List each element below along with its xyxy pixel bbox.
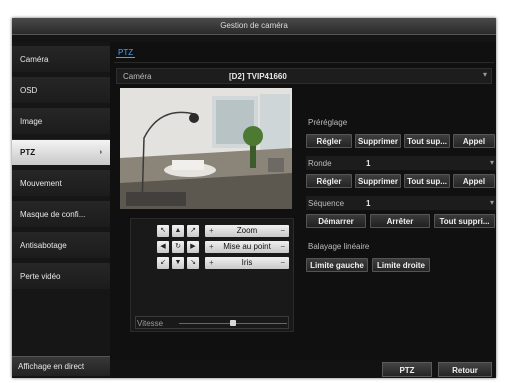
- ptz-left-button[interactable]: ◀: [157, 241, 169, 253]
- tab-ptz[interactable]: PTZ: [116, 48, 136, 58]
- sequence-start-button[interactable]: Démarrer: [306, 214, 366, 228]
- ptz-down-left-button[interactable]: ↙: [157, 257, 169, 269]
- patrol-value: 1: [366, 159, 371, 168]
- ptz-right-button[interactable]: ▶: [187, 241, 199, 253]
- speed-slider-handle[interactable]: [230, 320, 236, 326]
- sidebar-item-label: Mouvement: [20, 179, 62, 188]
- ptz-down-button[interactable]: ▼: [172, 257, 184, 269]
- iris-label: Iris: [241, 258, 253, 267]
- sequence-select[interactable]: Séquence 1 ▾: [306, 196, 496, 210]
- sidebar-item-tamper[interactable]: Antisabotage: [12, 232, 110, 258]
- sidebar-item-osd[interactable]: OSD: [12, 77, 110, 103]
- patrol-delete-all-button[interactable]: Tout sup...: [404, 174, 450, 188]
- zoom-out-button[interactable]: −: [280, 225, 285, 237]
- camera-label: Caméra: [123, 72, 152, 81]
- auto-scan-icon[interactable]: ↻: [172, 241, 184, 253]
- sidebar-item-image[interactable]: Image: [12, 108, 110, 134]
- dropdown-arrow-icon: ▾: [482, 70, 487, 79]
- sequence-label: Séquence: [308, 199, 345, 208]
- speed-label: Vitesse: [137, 319, 164, 328]
- sequence-value: 1: [366, 199, 371, 208]
- left-limit-button[interactable]: Limite gauche: [306, 258, 368, 272]
- camera-select[interactable]: Caméra [D2] TVIP41660 ▾: [116, 68, 492, 84]
- sidebar-item-video-loss[interactable]: Perte vidéo: [12, 263, 110, 289]
- sidebar-item-label: Image: [20, 117, 43, 126]
- patrol-select[interactable]: Ronde 1 ▾: [306, 156, 496, 170]
- camera-management-window: Gestion de caméra Caméra OSD Image PTZ ›…: [12, 18, 496, 378]
- sidebar-item-label: Antisabotage: [20, 241, 67, 250]
- preset-label: Préréglage: [308, 118, 348, 127]
- ptz-up-button[interactable]: ▲: [172, 225, 184, 237]
- preset-delete-button[interactable]: Supprimer: [355, 134, 401, 148]
- focus-minus-button[interactable]: −: [280, 241, 285, 253]
- divider: [114, 62, 494, 63]
- sequence-stop-button[interactable]: Arrêter: [370, 214, 430, 228]
- room-preview-image: [120, 88, 292, 209]
- zoom-control[interactable]: + Zoom −: [205, 225, 289, 237]
- sequence-delete-all-button[interactable]: Tout suppri...: [434, 214, 495, 228]
- camera-preview: [120, 88, 292, 209]
- window-title: Gestion de caméra: [12, 18, 496, 35]
- return-button[interactable]: Retour: [438, 362, 492, 377]
- ptz-down-right-button[interactable]: ↘: [187, 257, 199, 269]
- patrol-label: Ronde: [308, 159, 332, 168]
- chevron-right-icon: ›: [99, 149, 102, 156]
- ptz-up-left-button[interactable]: ↖: [157, 225, 169, 237]
- main-panel: PTZ Caméra [D2] TVIP41660 ▾ ↖ ▲ ↗ ◀ ↻ ▶ …: [110, 42, 496, 378]
- sidebar-item-motion[interactable]: Mouvement: [12, 170, 110, 196]
- focus-control[interactable]: + Mise au point −: [205, 241, 289, 253]
- sidebar-item-label: Perte vidéo: [20, 272, 61, 281]
- sidebar-item-label: PTZ: [20, 148, 36, 157]
- focus-label: Mise au point: [223, 242, 271, 251]
- sidebar-item-label: Caméra: [20, 55, 49, 64]
- ptz-up-right-button[interactable]: ↗: [187, 225, 199, 237]
- right-limit-button[interactable]: Limite droite: [372, 258, 430, 272]
- sidebar-item-ptz[interactable]: PTZ ›: [12, 139, 110, 165]
- patrol-set-button[interactable]: Régler: [306, 174, 352, 188]
- dropdown-arrow-icon: ▾: [489, 158, 494, 167]
- ptz-button[interactable]: PTZ: [382, 362, 432, 377]
- zoom-label: Zoom: [236, 226, 258, 235]
- camera-value: [D2] TVIP41660: [229, 72, 287, 81]
- dropdown-arrow-icon: ▾: [489, 198, 494, 207]
- sidebar-item-label: OSD: [20, 86, 38, 95]
- sidebar: Caméra OSD Image PTZ › Mouvement Masque …: [12, 42, 110, 376]
- sidebar-item-privacy-mask[interactable]: Masque de confi...: [12, 201, 110, 227]
- preset-delete-all-button[interactable]: Tout sup...: [404, 134, 450, 148]
- bottom-bar: PTZ Retour: [110, 360, 496, 378]
- live-view-button[interactable]: Affichage en direct: [12, 356, 110, 376]
- preset-set-button[interactable]: Régler: [306, 134, 352, 148]
- preset-call-button[interactable]: Appel: [453, 134, 495, 148]
- iris-control[interactable]: + Iris −: [205, 257, 289, 269]
- linear-scan-label: Balayage linéaire: [308, 242, 370, 251]
- patrol-delete-button[interactable]: Supprimer: [355, 174, 401, 188]
- sidebar-item-camera[interactable]: Caméra: [12, 46, 110, 72]
- iris-minus-button[interactable]: −: [280, 257, 285, 269]
- ptz-control-panel: ↖ ▲ ↗ ◀ ↻ ▶ ↙ ▼ ↘ + Zoom − + Mise au poi…: [130, 218, 294, 332]
- sidebar-item-label: Masque de confi...: [20, 210, 86, 219]
- patrol-call-button[interactable]: Appel: [453, 174, 495, 188]
